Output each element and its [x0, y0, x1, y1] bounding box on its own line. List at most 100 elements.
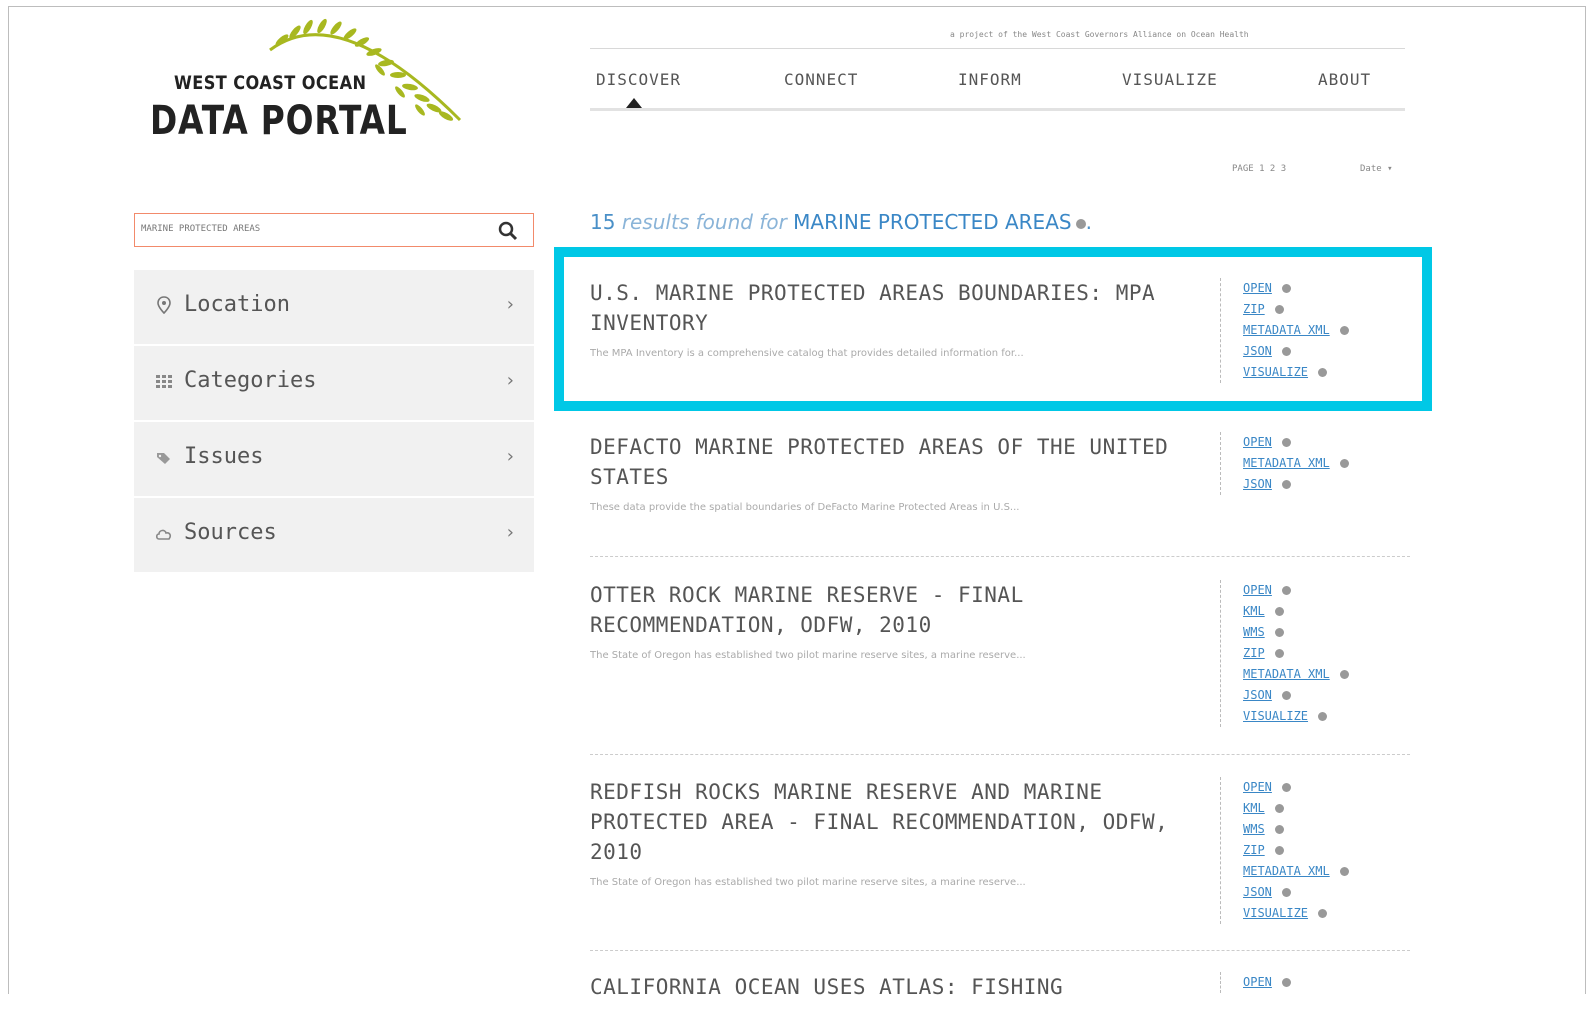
result-divider: [590, 754, 1410, 755]
nav-divider-top: [590, 48, 1405, 49]
chevron-right-icon: ›: [506, 370, 514, 391]
nav-about[interactable]: ABOUT: [1318, 70, 1371, 89]
visualize-link[interactable]: VISUALIZE: [1243, 903, 1349, 924]
result-description: The State of Oregon has established two …: [590, 650, 1026, 661]
info-icon[interactable]: [1281, 978, 1291, 987]
info-icon[interactable]: [1274, 804, 1284, 813]
metadata-xml-link[interactable]: METADATA XML: [1243, 320, 1349, 341]
cloud-icon: [156, 529, 172, 540]
sort-dropdown[interactable]: Date ▾: [1360, 164, 1393, 174]
pin-icon: [157, 296, 171, 314]
sidebar-item-sources[interactable]: Sources ›: [134, 498, 534, 574]
result-query: MARINE PROTECTED AREAS: [793, 210, 1072, 234]
sidebar-item-location[interactable]: Location ›: [134, 270, 534, 346]
chevron-right-icon: ›: [506, 294, 514, 315]
result-description: The MPA Inventory is a comprehensive cat…: [590, 348, 1024, 359]
info-icon[interactable]: [1274, 607, 1284, 616]
info-icon[interactable]: [1339, 326, 1349, 335]
wms-link[interactable]: WMS: [1243, 819, 1349, 840]
chevron-right-icon: ›: [506, 522, 514, 543]
info-icon[interactable]: [1281, 783, 1291, 792]
info-icon[interactable]: [1281, 480, 1291, 489]
zip-link[interactable]: ZIP: [1243, 643, 1349, 664]
open-link[interactable]: OPEN: [1243, 777, 1349, 798]
grid-icon: [156, 375, 172, 388]
nav-inform[interactable]: INFORM: [958, 70, 1022, 89]
open-link[interactable]: OPEN: [1243, 278, 1349, 299]
sidebar-item-issues[interactable]: Issues ›: [134, 422, 534, 498]
info-icon[interactable]: [1281, 347, 1291, 356]
open-link[interactable]: OPEN: [1243, 580, 1349, 601]
visualize-link[interactable]: VISUALIZE: [1243, 706, 1349, 727]
info-icon[interactable]: [1281, 691, 1291, 700]
wms-link[interactable]: WMS: [1243, 622, 1349, 643]
nav-active-caret-icon: [626, 98, 642, 108]
bottom-mask: [0, 995, 1595, 1012]
result-item: REDFISH ROCKS MARINE RESERVE AND MARINE …: [590, 777, 1410, 924]
sidebar-item-label: Location: [184, 292, 290, 317]
info-icon[interactable]: [1339, 670, 1349, 679]
info-icon[interactable]: [1274, 846, 1284, 855]
logo-line2: DATA PORTAL: [150, 98, 408, 144]
metadata-xml-link[interactable]: METADATA XML: [1243, 453, 1349, 474]
sidebar-item-label: Sources: [184, 520, 277, 545]
result-title[interactable]: OTTER ROCK MARINE RESERVE - FINAL RECOMM…: [590, 580, 1190, 640]
open-link[interactable]: OPEN: [1243, 432, 1349, 453]
info-icon[interactable]: [1075, 218, 1086, 229]
nav-discover[interactable]: DISCOVER: [596, 70, 681, 89]
metadata-xml-link[interactable]: METADATA XML: [1243, 861, 1349, 882]
zip-link[interactable]: ZIP: [1243, 840, 1349, 861]
result-title[interactable]: DEFACTO MARINE PROTECTED AREAS OF THE UN…: [590, 432, 1190, 492]
info-icon[interactable]: [1339, 867, 1349, 876]
result-links: OPEN KML WMS ZIP METADATA XML JSON VISUA…: [1220, 580, 1349, 727]
search-input[interactable]: [141, 224, 461, 234]
result-description: These data provide the spatial boundarie…: [590, 502, 1020, 513]
result-title[interactable]: REDFISH ROCKS MARINE RESERVE AND MARINE …: [590, 777, 1190, 867]
info-icon[interactable]: [1318, 712, 1328, 721]
chevron-right-icon: ›: [506, 446, 514, 467]
info-icon[interactable]: [1274, 305, 1284, 314]
json-link[interactable]: JSON: [1243, 341, 1349, 362]
json-link[interactable]: JSON: [1243, 685, 1349, 706]
info-icon[interactable]: [1274, 628, 1284, 637]
result-divider: [590, 950, 1410, 951]
kml-link[interactable]: KML: [1243, 798, 1349, 819]
zip-link[interactable]: ZIP: [1243, 299, 1349, 320]
logo-line1: WEST COAST OCEAN: [174, 72, 367, 94]
result-divider: [590, 556, 1410, 557]
result-description: The State of Oregon has established two …: [590, 877, 1026, 888]
info-icon[interactable]: [1318, 909, 1328, 918]
visualize-link[interactable]: VISUALIZE: [1243, 362, 1349, 383]
info-icon[interactable]: [1274, 649, 1284, 658]
results-count: 15 results found for MARINE PROTECTED AR…: [590, 210, 1092, 234]
nav-connect[interactable]: CONNECT: [784, 70, 858, 89]
result-links: OPEN ZIP METADATA XML JSON VISUALIZE: [1220, 278, 1349, 383]
sidebar-item-categories[interactable]: Categories ›: [134, 346, 534, 422]
kml-link[interactable]: KML: [1243, 601, 1349, 622]
sidebar-item-label: Issues: [184, 444, 264, 469]
open-link[interactable]: OPEN: [1243, 972, 1291, 993]
nav-visualize[interactable]: VISUALIZE: [1122, 70, 1218, 89]
info-icon[interactable]: [1281, 284, 1291, 293]
nav-divider-bottom: [590, 108, 1405, 111]
metadata-xml-link[interactable]: METADATA XML: [1243, 664, 1349, 685]
json-link[interactable]: JSON: [1243, 474, 1349, 495]
result-links: OPEN: [1220, 972, 1291, 993]
result-count-end: .: [1085, 210, 1092, 234]
result-count-phrase: results found for: [621, 210, 787, 234]
pagination[interactable]: PAGE 1 2 3: [1232, 164, 1286, 174]
tagline: a project of the West Coast Governors Al…: [950, 30, 1249, 39]
result-title[interactable]: U.S. MARINE PROTECTED AREAS BOUNDARIES: …: [590, 278, 1190, 338]
info-icon[interactable]: [1281, 888, 1291, 897]
info-icon[interactable]: [1318, 368, 1328, 377]
json-link[interactable]: JSON: [1243, 882, 1349, 903]
info-icon[interactable]: [1281, 438, 1291, 447]
info-icon[interactable]: [1339, 459, 1349, 468]
search-box[interactable]: [134, 213, 534, 247]
info-icon[interactable]: [1281, 586, 1291, 595]
result-item: OTTER ROCK MARINE RESERVE - FINAL RECOMM…: [590, 580, 1410, 727]
search-icon[interactable]: [497, 220, 519, 242]
result-item: U.S. MARINE PROTECTED AREAS BOUNDARIES: …: [590, 278, 1410, 383]
logo[interactable]: WEST COAST OCEAN DATA PORTAL: [150, 10, 480, 150]
info-icon[interactable]: [1274, 825, 1284, 834]
